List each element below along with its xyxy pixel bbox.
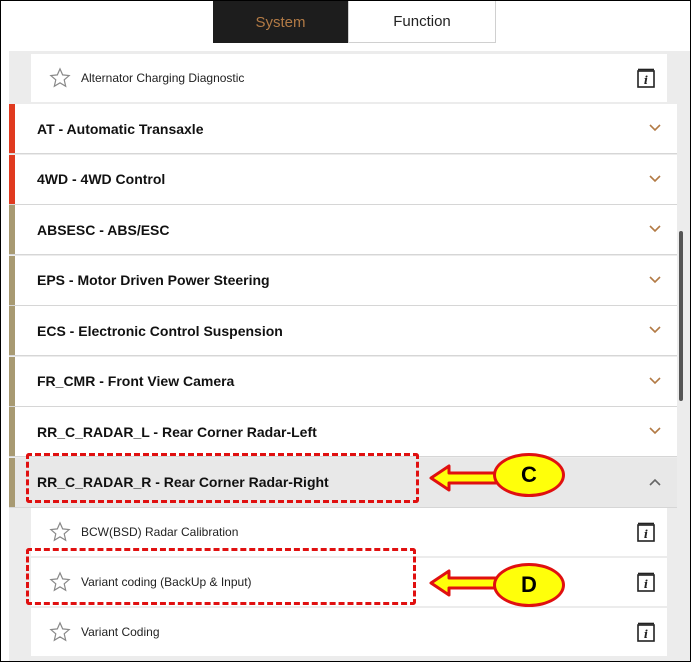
svg-text:i: i	[644, 578, 648, 591]
arrow-d	[429, 569, 499, 597]
chevron-down-icon[interactable]	[649, 427, 661, 435]
scrollbar[interactable]	[679, 231, 683, 401]
sub-item-label: Alternator Charging Diagnostic	[81, 71, 245, 85]
info-icon[interactable]: i	[637, 522, 655, 542]
system-label: ABSESC - ABS/ESC	[37, 221, 170, 238]
chevron-down-icon[interactable]	[649, 225, 661, 233]
system-label: AT - Automatic Transaxle	[37, 120, 204, 137]
system-label: EPS - Motor Driven Power Steering	[37, 272, 270, 288]
star-icon[interactable]	[49, 521, 71, 543]
chevron-down-icon[interactable]	[649, 326, 661, 334]
info-icon[interactable]: i	[637, 622, 655, 642]
svg-text:i: i	[644, 528, 648, 541]
info-icon[interactable]: i	[637, 68, 655, 88]
svg-text:i: i	[644, 74, 648, 87]
tab-system[interactable]: System	[213, 1, 348, 43]
system-row[interactable]: ECS - Electronic Control Suspension	[9, 306, 677, 356]
chevron-up-icon[interactable]	[649, 478, 661, 486]
sub-item-label: BCW(BSD) Radar Calibration	[81, 525, 239, 539]
status-bar	[9, 205, 15, 254]
svg-text:i: i	[644, 628, 648, 641]
system-row[interactable]: 4WD - 4WD Control	[9, 154, 677, 205]
status-bar	[9, 306, 15, 355]
system-row[interactable]: AT - Automatic Transaxle	[9, 104, 677, 154]
chevron-down-icon[interactable]	[649, 376, 661, 385]
sub-item-label: Variant Coding	[81, 625, 160, 639]
status-bar	[9, 356, 15, 406]
callout-d: D	[493, 563, 565, 607]
system-label: FR_CMR - Front View Camera	[37, 373, 235, 389]
chevron-down-icon[interactable]	[649, 275, 661, 284]
sub-item-variant-coding[interactable]: Variant Coding i	[31, 608, 667, 656]
star-icon[interactable]	[49, 67, 71, 89]
status-bar	[9, 457, 15, 507]
system-row[interactable]: EPS - Motor Driven Power Steering	[9, 255, 677, 306]
sub-item-alternator[interactable]: Alternator Charging Diagnostic i	[31, 54, 667, 102]
star-icon[interactable]	[49, 621, 71, 643]
status-bar	[9, 104, 15, 153]
highlight-box-c	[26, 453, 419, 503]
info-icon[interactable]: i	[637, 572, 655, 592]
system-row[interactable]: ABSESC - ABS/ESC	[9, 205, 677, 255]
highlight-box-d	[26, 548, 416, 605]
tab-function[interactable]: Function	[348, 1, 496, 43]
tab-bar: System Function	[9, 1, 690, 51]
system-row[interactable]: FR_CMR - Front View Camera	[9, 356, 677, 407]
system-label: 4WD - 4WD Control	[37, 171, 166, 187]
chevron-down-icon[interactable]	[649, 174, 661, 183]
system-row[interactable]: RR_C_RADAR_L - Rear Corner Radar-Left	[9, 407, 677, 457]
arrow-c	[429, 464, 499, 492]
status-bar	[9, 255, 15, 305]
status-bar	[9, 154, 15, 204]
status-bar	[9, 407, 15, 456]
app-frame: System Function Alternator Charging Diag…	[0, 0, 691, 662]
system-label: RR_C_RADAR_L - Rear Corner Radar-Left	[37, 423, 317, 440]
callout-c: C	[493, 453, 565, 497]
chevron-down-icon[interactable]	[649, 124, 661, 132]
system-label: ECS - Electronic Control Suspension	[37, 322, 283, 339]
